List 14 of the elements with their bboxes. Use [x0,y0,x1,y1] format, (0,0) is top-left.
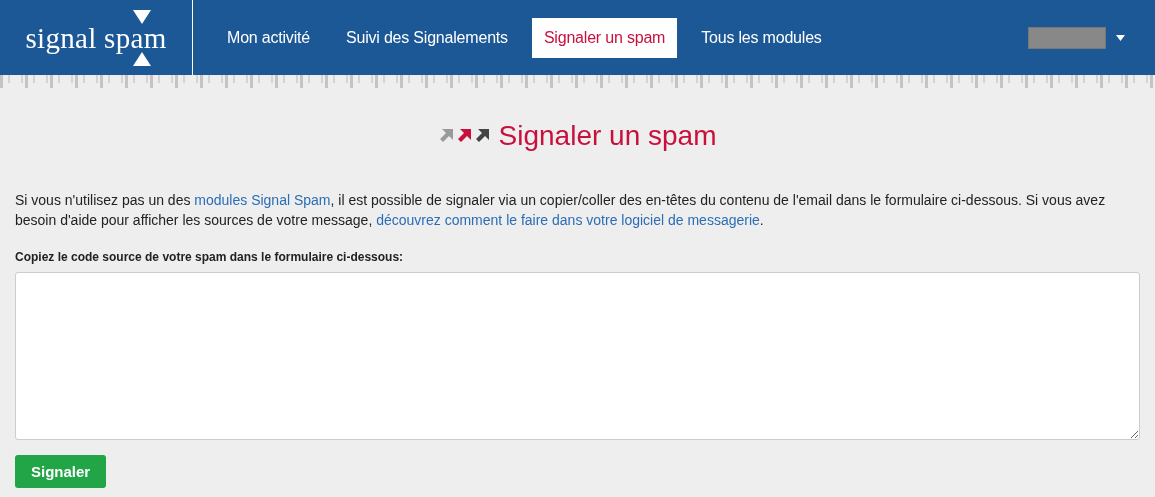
logo[interactable]: signal spam [25,9,167,66]
nav-tab[interactable]: Signaler un spam [531,17,678,58]
help-link[interactable]: modules Signal Spam [194,192,331,208]
intro-paragraph: Si vous n'utilisez pas un des modules Signal Spam, il est possible de signaler via un copier/coller des en-têtes du contenu de l'email dans le formulaire ci-dessous. Si vous avez besoin d'aide pour afficher les sources de votre message, découvrez comment le faire dans votre logiciel de messagerie. [15,191,1107,230]
page-title: Signaler un spam [498,120,717,152]
arrows-icon [438,128,491,144]
nav-tab[interactable]: Mon activité [215,17,322,58]
field-label: Copiez le code source de votre spam dans le formulaire ci-dessous: [15,250,405,264]
nav-tab[interactable]: Suivi des Signalements [333,17,520,58]
caret-icon[interactable] [1116,34,1125,41]
help-link[interactable]: découvrez comment le faire dans votre logiciel de messagerie [376,212,760,228]
nav-tab[interactable]: Tous les modules [689,17,834,58]
source-input-field[interactable] [15,272,1140,440]
redacted-username[interactable] [1028,26,1106,49]
